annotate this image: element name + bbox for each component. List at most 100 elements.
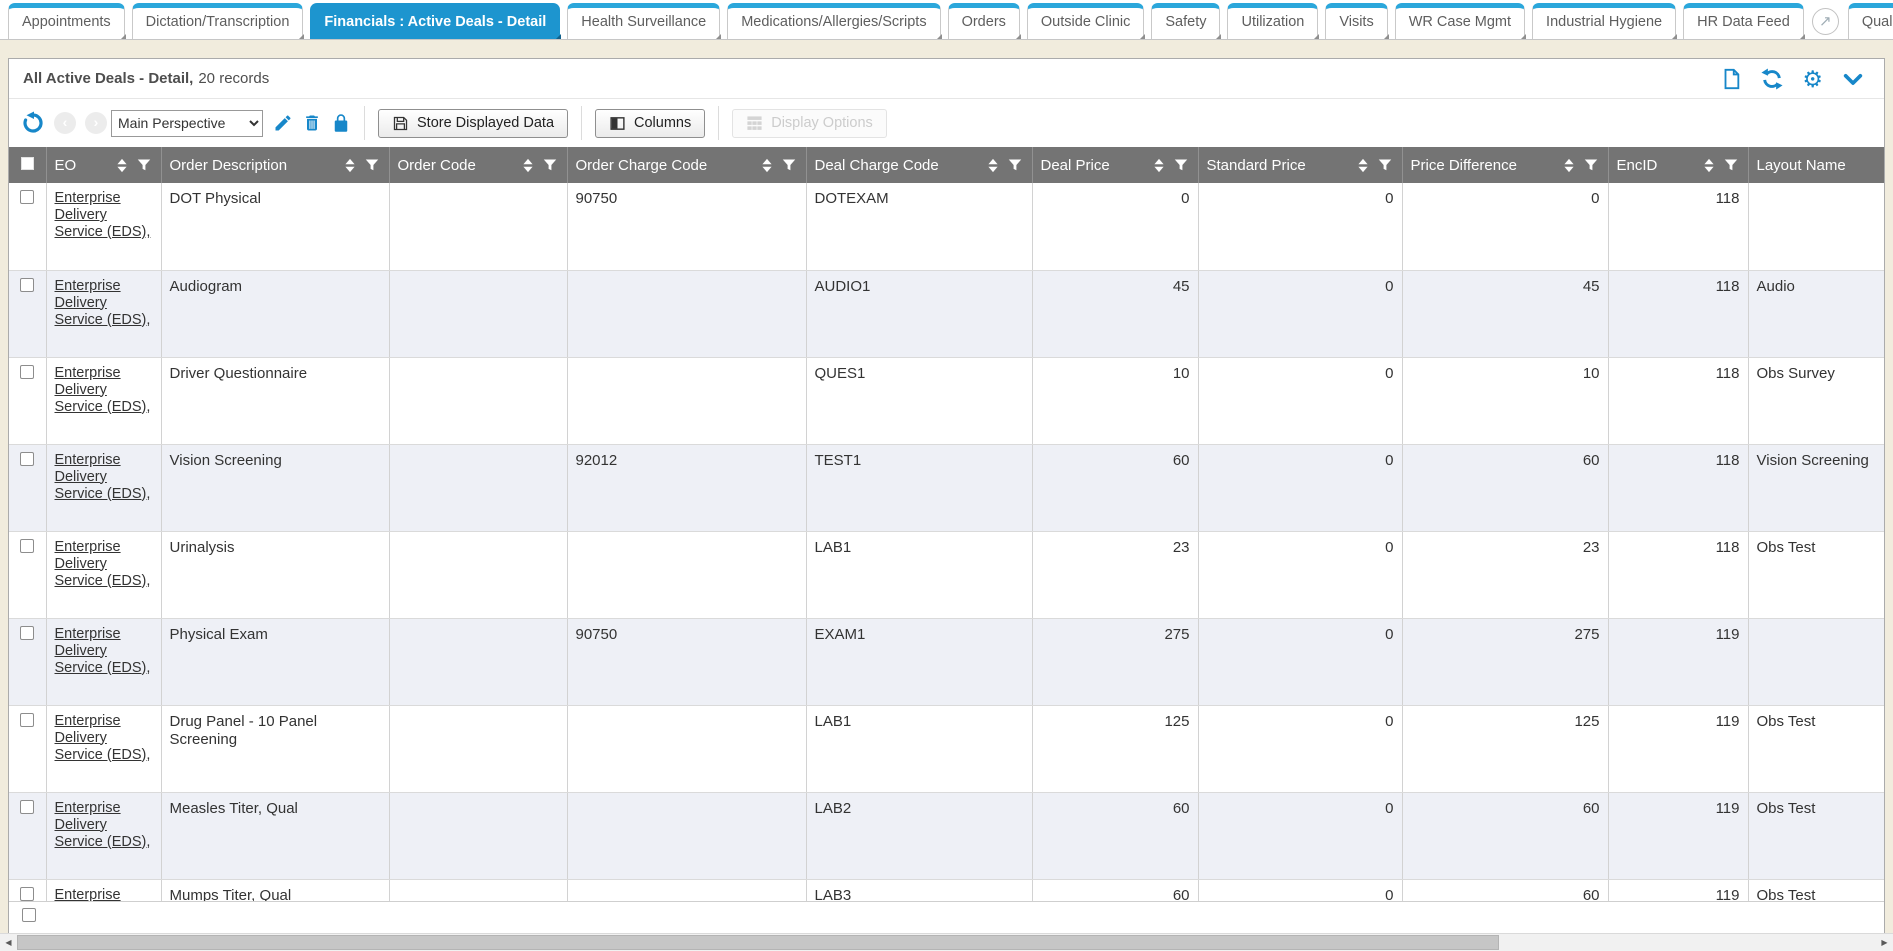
cell-value: EXAM1 bbox=[815, 626, 866, 643]
tab-utilization[interactable]: Utilization bbox=[1227, 3, 1318, 39]
tab-industrial-hygiene[interactable]: Industrial Hygiene bbox=[1532, 3, 1676, 39]
pencil-icon[interactable] bbox=[273, 113, 293, 133]
new-document-icon[interactable] bbox=[1720, 68, 1742, 90]
column-label: EncID bbox=[1617, 157, 1658, 174]
table-row: Enterprise Delivery Service (EDS),Measle… bbox=[9, 792, 1884, 879]
column-header-eo[interactable]: EO bbox=[46, 147, 161, 183]
cell-value: 45 bbox=[1583, 278, 1600, 295]
select-all-header[interactable] bbox=[9, 147, 46, 183]
eo-link[interactable]: Enterprise Delivery Service (EDS), bbox=[55, 190, 153, 241]
row-checkbox[interactable] bbox=[20, 452, 34, 466]
scroll-right-button[interactable]: ▶ bbox=[1876, 934, 1893, 951]
table-scroll-area[interactable]: EOOrder DescriptionOrder CodeOrder Charg… bbox=[9, 147, 1884, 901]
row-checkbox[interactable] bbox=[22, 908, 36, 922]
row-checkbox[interactable] bbox=[20, 626, 34, 640]
eo-link[interactable]: Enterprise Delivery Service (EDS), bbox=[55, 713, 153, 764]
filter-funnel-icon[interactable] bbox=[1584, 158, 1598, 172]
filter-funnel-icon[interactable] bbox=[1378, 158, 1392, 172]
nav-forward-icon[interactable]: › bbox=[85, 112, 107, 134]
row-checkbox[interactable] bbox=[20, 365, 34, 379]
row-checkbox[interactable] bbox=[20, 887, 34, 901]
row-checkbox[interactable] bbox=[20, 190, 34, 204]
column-header-order-description[interactable]: Order Description bbox=[161, 147, 389, 183]
tab-label: Outside Clinic bbox=[1041, 14, 1130, 30]
tab-dictation-transcription[interactable]: Dictation/Transcription bbox=[132, 3, 304, 39]
cell-price-difference: 45 bbox=[1402, 270, 1608, 357]
cell-order-code bbox=[389, 618, 567, 705]
column-header-deal-price[interactable]: Deal Price bbox=[1032, 147, 1198, 183]
filter-funnel-icon[interactable] bbox=[782, 158, 796, 172]
sort-icon[interactable] bbox=[344, 158, 356, 173]
tab-orders[interactable]: Orders bbox=[948, 3, 1020, 39]
cell-value: 119 bbox=[1716, 626, 1740, 643]
filter-funnel-icon[interactable] bbox=[1174, 158, 1188, 172]
sort-icon[interactable] bbox=[522, 158, 534, 173]
tab-quality-of-care[interactable]: Quality of Care bbox=[1848, 3, 1893, 39]
column-header-deal-charge-code[interactable]: Deal Charge Code bbox=[806, 147, 1032, 183]
cell-order-description: Measles Titer, Qual bbox=[161, 792, 389, 879]
cell-deal-price: 60 bbox=[1032, 792, 1198, 879]
eo-link[interactable]: Enterprise Delivery Service (EDS), bbox=[55, 800, 153, 851]
column-header-order-code[interactable]: Order Code bbox=[389, 147, 567, 183]
collapse-chevron-icon[interactable] bbox=[1842, 68, 1864, 90]
column-header-price-difference[interactable]: Price Difference bbox=[1402, 147, 1608, 183]
table-row: Enterprise Delivery Service (EDS),Audiog… bbox=[9, 270, 1884, 357]
tab-medications-allergies-scripts[interactable]: Medications/Allergies/Scripts bbox=[727, 3, 940, 39]
horizontal-scrollbar[interactable]: ◀ ▶ bbox=[0, 933, 1893, 951]
tab-wr-case-mgmt[interactable]: WR Case Mgmt bbox=[1395, 3, 1525, 39]
tab-label: Orders bbox=[962, 14, 1006, 30]
row-checkbox[interactable] bbox=[20, 800, 34, 814]
nav-back-icon[interactable]: ‹ bbox=[54, 112, 76, 134]
column-header-order-charge-code[interactable]: Order Charge Code bbox=[567, 147, 806, 183]
column-header-encid[interactable]: EncID bbox=[1608, 147, 1748, 183]
cell-value: Obs Test bbox=[1757, 713, 1816, 730]
scroll-thumb[interactable] bbox=[17, 935, 1499, 950]
sort-icon[interactable] bbox=[761, 158, 773, 173]
tab-safety[interactable]: Safety bbox=[1151, 3, 1220, 39]
row-checkbox[interactable] bbox=[20, 713, 34, 727]
tab-financials-active-deals-detail[interactable]: Financials : Active Deals - Detail bbox=[310, 3, 560, 39]
trash-icon[interactable] bbox=[302, 113, 322, 133]
refresh-icon[interactable] bbox=[1761, 68, 1783, 90]
sort-icon[interactable] bbox=[116, 158, 128, 173]
settings-gear-icon[interactable]: ⚙ bbox=[1802, 68, 1823, 90]
column-header-standard-price[interactable]: Standard Price bbox=[1198, 147, 1402, 183]
tab-visits[interactable]: Visits bbox=[1325, 3, 1387, 39]
sort-icon[interactable] bbox=[987, 158, 999, 173]
row-checkbox[interactable] bbox=[20, 539, 34, 553]
filter-funnel-icon[interactable] bbox=[543, 158, 557, 172]
eo-link[interactable]: Enterprise Delivery Service (EDS), bbox=[55, 539, 153, 590]
cell-eo: Enterprise Delivery Service (EDS), bbox=[46, 705, 161, 792]
filter-funnel-icon[interactable] bbox=[1008, 158, 1022, 172]
cell-value: 118 bbox=[1716, 278, 1740, 295]
store-displayed-data-button[interactable]: Store Displayed Data bbox=[378, 109, 568, 138]
columns-button[interactable]: Columns bbox=[595, 109, 705, 138]
row-select-cell bbox=[9, 879, 46, 901]
tab-appointments[interactable]: Appointments bbox=[8, 3, 125, 39]
undo-circular-arrow-icon[interactable] bbox=[21, 111, 45, 135]
eo-link[interactable]: Enterprise Delivery Service (EDS), bbox=[55, 452, 153, 503]
tab-outside-clinic[interactable]: Outside Clinic bbox=[1027, 3, 1144, 39]
tab-hr-data-feed[interactable]: HR Data Feed bbox=[1683, 3, 1804, 39]
filter-funnel-icon[interactable] bbox=[365, 158, 379, 172]
select-all-checkbox[interactable] bbox=[21, 157, 34, 170]
scroll-left-button[interactable]: ◀ bbox=[0, 934, 17, 951]
tab-health-surveillance[interactable]: Health Surveillance bbox=[567, 3, 720, 39]
eo-link[interactable]: Enterprise Delivery Service (EDS), bbox=[55, 626, 153, 677]
row-checkbox[interactable] bbox=[20, 278, 34, 292]
column-header-layout-name[interactable]: Layout Name bbox=[1748, 147, 1884, 183]
sort-icon[interactable] bbox=[1357, 158, 1369, 173]
filter-funnel-icon[interactable] bbox=[1724, 158, 1738, 172]
perspective-select[interactable]: Main Perspective bbox=[111, 110, 263, 137]
cell-standard-price: 0 bbox=[1198, 183, 1402, 270]
eo-link[interactable]: Enterprise Delivery Service (EDS), bbox=[55, 278, 153, 329]
eo-link[interactable]: Enterprise Delivery Service (EDS), bbox=[55, 887, 153, 902]
eo-link[interactable]: Enterprise Delivery Service (EDS), bbox=[55, 365, 153, 416]
padlock-icon[interactable] bbox=[331, 113, 351, 133]
sort-icon[interactable] bbox=[1703, 158, 1715, 173]
sort-icon[interactable] bbox=[1153, 158, 1165, 173]
filter-funnel-icon[interactable] bbox=[137, 158, 151, 172]
popout-arrow-icon[interactable]: ↗ bbox=[1812, 8, 1839, 35]
sort-icon[interactable] bbox=[1563, 158, 1575, 173]
cell-layout-name: Obs Test bbox=[1748, 705, 1884, 792]
